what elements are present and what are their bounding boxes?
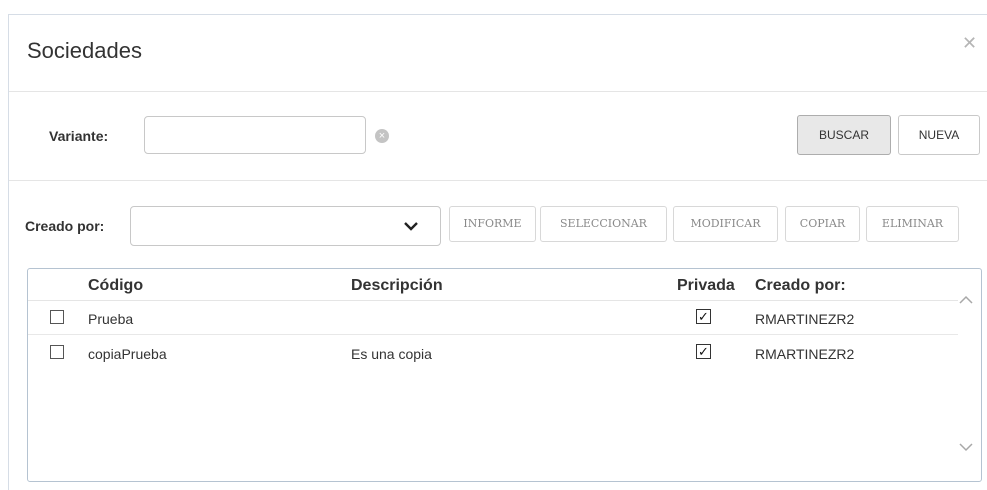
seleccionar-button[interactable]: SELECCIONAR: [540, 206, 667, 242]
row-select-checkbox[interactable]: [50, 310, 64, 324]
modificar-button[interactable]: MODIFICAR: [673, 206, 778, 242]
cell-creado-por: RMARTINEZR2: [755, 346, 855, 362]
close-icon[interactable]: ✕: [962, 33, 977, 54]
section-divider: [9, 180, 987, 181]
creado-por-label: Creado por:: [25, 218, 105, 234]
header-divider: [9, 91, 987, 92]
creado-por-select[interactable]: [130, 206, 441, 246]
dialog-left-border: [8, 14, 9, 490]
variants-table: Código Descripción Privada Creado por: P…: [27, 268, 982, 482]
nueva-button[interactable]: NUEVA: [898, 115, 980, 155]
variante-label: Variante:: [49, 128, 109, 144]
cell-codigo: Prueba: [88, 311, 134, 327]
buscar-button[interactable]: BUSCAR: [797, 115, 891, 155]
dialog-title: Sociedades: [27, 38, 142, 63]
column-header-creado-por[interactable]: Creado por:: [755, 277, 846, 295]
clear-circle-icon[interactable]: ×: [375, 129, 389, 143]
cell-descripcion: Es una copia: [351, 346, 432, 362]
informe-button[interactable]: INFORME: [449, 206, 536, 242]
cell-creado-por: RMARTINEZR2: [755, 311, 855, 327]
chevron-down-icon: [404, 222, 418, 231]
cell-codigo: copiaPrueba: [88, 346, 167, 362]
dialog-top-border: [8, 14, 987, 15]
eliminar-button[interactable]: ELIMINAR: [866, 206, 959, 242]
row-divider: [28, 334, 958, 335]
variante-input[interactable]: [144, 116, 366, 154]
table-row[interactable]: copiaPrueba Es una copia ✓ RMARTINEZR2: [28, 336, 958, 370]
privada-checkbox: ✓: [696, 309, 711, 324]
scroll-down-icon[interactable]: [957, 441, 975, 453]
column-header-descripcion[interactable]: Descripción: [351, 277, 443, 295]
column-header-privada[interactable]: Privada: [677, 277, 735, 295]
privada-checkbox: ✓: [696, 344, 711, 359]
column-header-codigo[interactable]: Código: [88, 277, 143, 295]
table-row[interactable]: Prueba ✓ RMARTINEZR2: [28, 301, 958, 335]
scroll-up-icon[interactable]: [957, 294, 975, 306]
copiar-button[interactable]: COPIAR: [785, 206, 860, 242]
row-select-checkbox[interactable]: [50, 345, 64, 359]
